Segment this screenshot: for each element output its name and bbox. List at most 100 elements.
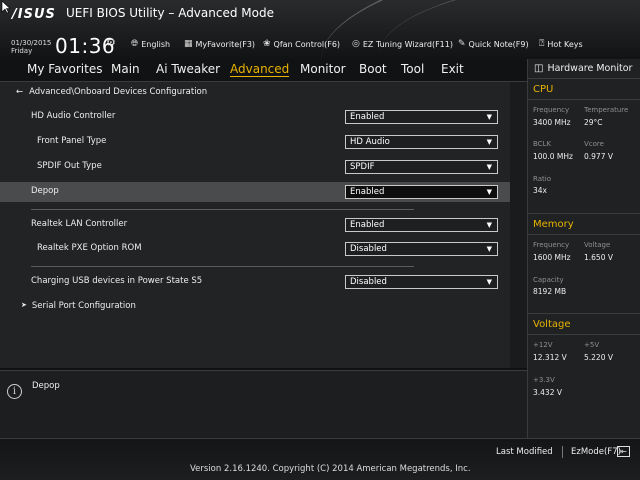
note-icon: ✎ (458, 39, 466, 49)
mouse-cursor-icon (1, 0, 11, 14)
cpu-temperature-label: Temperature (584, 106, 629, 114)
memory-frequency-label: Frequency (533, 241, 570, 249)
asus-logo: /ISUS (12, 7, 56, 22)
ratio-label: Ratio (533, 175, 551, 183)
memory-heading: Memory (533, 219, 574, 230)
hw-title-divider (527, 78, 640, 79)
hd-audio-controller-select[interactable]: Enabled ▼ (345, 110, 498, 124)
question-icon: ⍰ (539, 39, 545, 49)
tab-exit[interactable]: Exit (441, 62, 464, 76)
cpu-frequency-label: Frequency (533, 106, 570, 114)
gear-icon[interactable]: ⚙ (106, 36, 116, 49)
quick-note-button[interactable]: ✎ Quick Note(F9) (458, 39, 529, 49)
breadcrumb-path: Advanced\Onboard Devices Configuration (29, 87, 208, 97)
cpu-heading: CPU (533, 84, 554, 95)
dropdown-arrow-icon: ▼ (486, 138, 492, 146)
tab-advanced[interactable]: Advanced (230, 62, 290, 77)
dropdown-arrow-icon: ▼ (486, 221, 492, 229)
ezmode-button[interactable]: EzMode(F7) (571, 447, 621, 457)
hd-audio-controller-label: HD Audio Controller (31, 111, 116, 121)
memory-voltage-label: Voltage (584, 241, 611, 249)
language-button[interactable]: 🌐︎ English (131, 39, 170, 49)
depop-label: Depop (31, 186, 59, 196)
section-divider (31, 266, 414, 267)
bclk-label: BCLK (533, 140, 552, 148)
hot-keys-label: Hot Keys (547, 39, 583, 49)
qfan-control-label: Qfan Control(F6) (273, 39, 341, 49)
globe-icon: 🌐︎ (131, 39, 139, 49)
tab-monitor[interactable]: Monitor (300, 62, 346, 76)
capacity-value: 8192 MB (533, 287, 567, 296)
day-display: Friday (11, 47, 33, 55)
realtek-pxe-option-rom-label: Realtek PXE Option ROM (37, 243, 142, 253)
tab-tool[interactable]: Tool (401, 62, 424, 76)
realtek-pxe-option-rom-select[interactable]: Disabled ▼ (345, 242, 498, 256)
v33-label: +3.3V (533, 376, 555, 384)
scrollbar-track[interactable] (510, 82, 527, 368)
voltage-top-divider (527, 313, 640, 314)
dropdown-arrow-icon: ▼ (486, 113, 492, 121)
spdif-out-type-label: SPDIF Out Type (37, 161, 102, 171)
hardware-monitor-title: ◫ Hardware Monitor (534, 63, 632, 74)
front-panel-type-label: Front Panel Type (37, 136, 107, 146)
language-label: English (141, 39, 171, 49)
spdif-out-type-select[interactable]: SPDIF ▼ (345, 160, 498, 174)
bclk-value: 100.0 MHz (533, 152, 573, 161)
dropdown-arrow-icon: ▼ (486, 245, 492, 253)
qfan-control-button[interactable]: ❀ Qfan Control(F6) (263, 39, 340, 49)
back-arrow-icon[interactable]: ← (16, 87, 23, 97)
realtek-lan-controller-value: Enabled (350, 220, 385, 230)
memory-voltage-value: 1.650 V (584, 253, 613, 262)
tab-main[interactable]: Main (111, 62, 140, 76)
front-panel-type-select[interactable]: HD Audio ▼ (345, 135, 498, 149)
hd-audio-controller-value: Enabled (350, 112, 385, 122)
hot-keys-button[interactable]: ⍰ Hot Keys (539, 39, 583, 49)
tab-my-favorites[interactable]: My Favorites (27, 62, 102, 76)
front-panel-type-value: HD Audio (350, 137, 390, 147)
realtek-lan-controller-label: Realtek LAN Controller (31, 219, 128, 229)
depop-select[interactable]: Enabled ▼ (345, 185, 498, 199)
last-modified-button[interactable]: Last Modified (496, 447, 553, 457)
submenu-arrow-icon: ➤ (21, 301, 27, 309)
tab-boot[interactable]: Boot (359, 62, 387, 76)
memory-top-divider (527, 213, 640, 214)
serial-port-configuration-label: Serial Port Configuration (31, 301, 136, 311)
hardware-monitor-label: Hardware Monitor (547, 63, 633, 74)
app-title: UEFI BIOS Utility – Advanced Mode (66, 6, 274, 20)
bulb-icon: ◎ (352, 39, 360, 49)
spdif-out-type-value: SPDIF (350, 162, 375, 172)
charging-usb-s5-select[interactable]: Disabled ▼ (345, 275, 498, 289)
myfavorite-icon: ▦ (184, 39, 193, 49)
ez-tuning-wizard-button[interactable]: ◎ EZ Tuning Wizard(F11) (352, 39, 453, 49)
info-icon: i (7, 384, 22, 399)
breadcrumb[interactable]: ← Advanced\Onboard Devices Configuration (16, 87, 207, 97)
ratio-value: 34x (533, 186, 547, 195)
memory-divider (527, 234, 640, 235)
v33-value: 3.432 V (533, 388, 562, 397)
myfavorite-label: MyFavorite(F3) (195, 39, 256, 49)
v12-label: +12V (533, 341, 553, 349)
myfavorite-button[interactable]: ▦ MyFavorite(F3) (184, 39, 255, 49)
quick-note-label: Quick Note(F9) (468, 39, 529, 49)
help-text: Depop (32, 381, 60, 391)
monitor-icon: ◫ (534, 63, 544, 74)
cpu-temperature-value: 29°C (584, 118, 603, 127)
section-divider (31, 209, 414, 210)
depop-value: Enabled (350, 187, 385, 197)
charging-usb-s5-label: Charging USB devices in Power State S5 (31, 276, 203, 286)
tab-ai-tweaker[interactable]: Ai Tweaker (156, 62, 220, 76)
vcore-label: Vcore (584, 140, 604, 148)
voltage-heading: Voltage (533, 319, 571, 330)
ez-tuning-wizard-label: EZ Tuning Wizard(F11) (362, 39, 453, 49)
memory-frequency-value: 1600 MHz (533, 253, 571, 262)
capacity-label: Capacity (533, 276, 564, 284)
fan-icon: ❀ (263, 39, 271, 49)
v12-value: 12.312 V (533, 353, 567, 362)
realtek-pxe-option-rom-value: Disabled (350, 244, 387, 254)
realtek-lan-controller-select[interactable]: Enabled ▼ (345, 218, 498, 232)
dropdown-arrow-icon: ▼ (486, 163, 492, 171)
dropdown-arrow-icon: ▼ (486, 188, 492, 196)
vcore-value: 0.977 V (584, 152, 613, 161)
serial-port-configuration-link[interactable]: ➤ Serial Port Configuration (21, 301, 136, 311)
exit-to-ezmode-icon[interactable]: ⇤ (617, 446, 630, 457)
